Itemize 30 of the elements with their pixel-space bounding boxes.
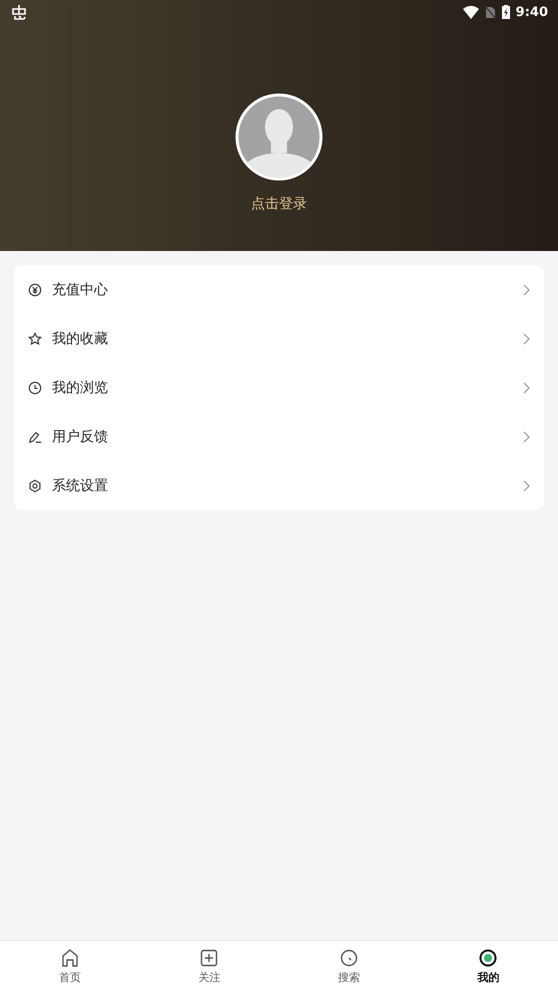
status-time: 9:40 [516,4,548,20]
menu-item[interactable]: 我的收藏 [14,314,544,363]
app-logo-icon [10,3,28,21]
menu-item[interactable]: 我的浏览 [14,363,544,412]
nav-tab[interactable]: 关注 [140,941,279,992]
pen-icon [28,430,42,444]
login-link[interactable]: 点击登录 [251,195,307,213]
chevron-right-icon [522,382,530,394]
star-icon [28,332,42,346]
search-icon [338,948,359,968]
nav-tab[interactable]: 首页 [0,941,140,992]
chevron-right-icon [522,284,530,296]
avatar[interactable] [235,93,323,181]
menu-item[interactable]: 充值中心 [14,265,544,314]
home-icon [60,948,80,968]
add-icon [199,948,220,968]
battery-icon [502,5,510,19]
profile-icon [478,948,498,968]
wifi-icon [462,6,479,18]
clock-icon [28,380,42,394]
yuan-icon [28,282,42,296]
menu-item[interactable]: 用户反馈 [14,412,544,461]
chevron-right-icon [522,430,530,442]
settings-icon [28,478,42,492]
chevron-right-icon [522,332,530,344]
no-sim-icon [484,6,496,18]
chevron-right-icon [522,480,530,492]
nav-tab[interactable]: 我的 [418,941,558,992]
menu-item[interactable]: 系统设置 [14,461,544,510]
nav-tab[interactable]: 搜索 [279,941,418,992]
